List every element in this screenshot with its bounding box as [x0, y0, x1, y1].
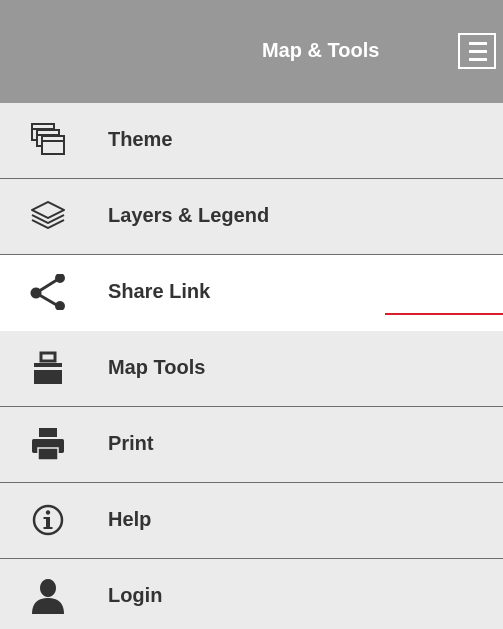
menu-item-help[interactable]: Help — [0, 483, 503, 559]
share-icon — [30, 274, 65, 310]
layers-icon — [31, 201, 65, 229]
menu-item-map-tools[interactable]: Map Tools — [0, 331, 503, 407]
menu-item-label: Share Link — [108, 281, 211, 303]
theme-icon — [31, 123, 65, 155]
menu-item-label: Print — [108, 433, 154, 455]
menu-item-share-link[interactable]: Share Link — [0, 255, 503, 331]
menu-item-layers-legend[interactable]: Layers & Legend — [0, 179, 503, 255]
menu-item-login[interactable]: Login — [0, 559, 503, 629]
menu-item-label: Theme — [108, 129, 173, 151]
header-bar: Map & Tools — [0, 0, 503, 103]
menu-item-label: Login — [108, 585, 163, 607]
menu-item-label: Help — [108, 509, 152, 531]
menu-item-theme[interactable]: Theme — [0, 103, 503, 179]
menu-item-label: Layers & Legend — [108, 205, 270, 227]
info-icon — [32, 504, 64, 536]
toolbox-icon — [34, 351, 62, 384]
header-title: Map & Tools — [262, 40, 380, 62]
hamburger-icon-line — [469, 58, 487, 61]
menu-item-label: Map Tools — [108, 357, 206, 379]
menu-item-print[interactable]: Print — [0, 407, 503, 483]
hamburger-icon-line — [469, 50, 487, 53]
hamburger-menu-button[interactable] — [458, 33, 496, 69]
hamburger-icon — [469, 42, 487, 45]
user-icon — [32, 579, 64, 614]
active-indicator-line — [385, 313, 503, 315]
printer-icon — [32, 428, 64, 461]
